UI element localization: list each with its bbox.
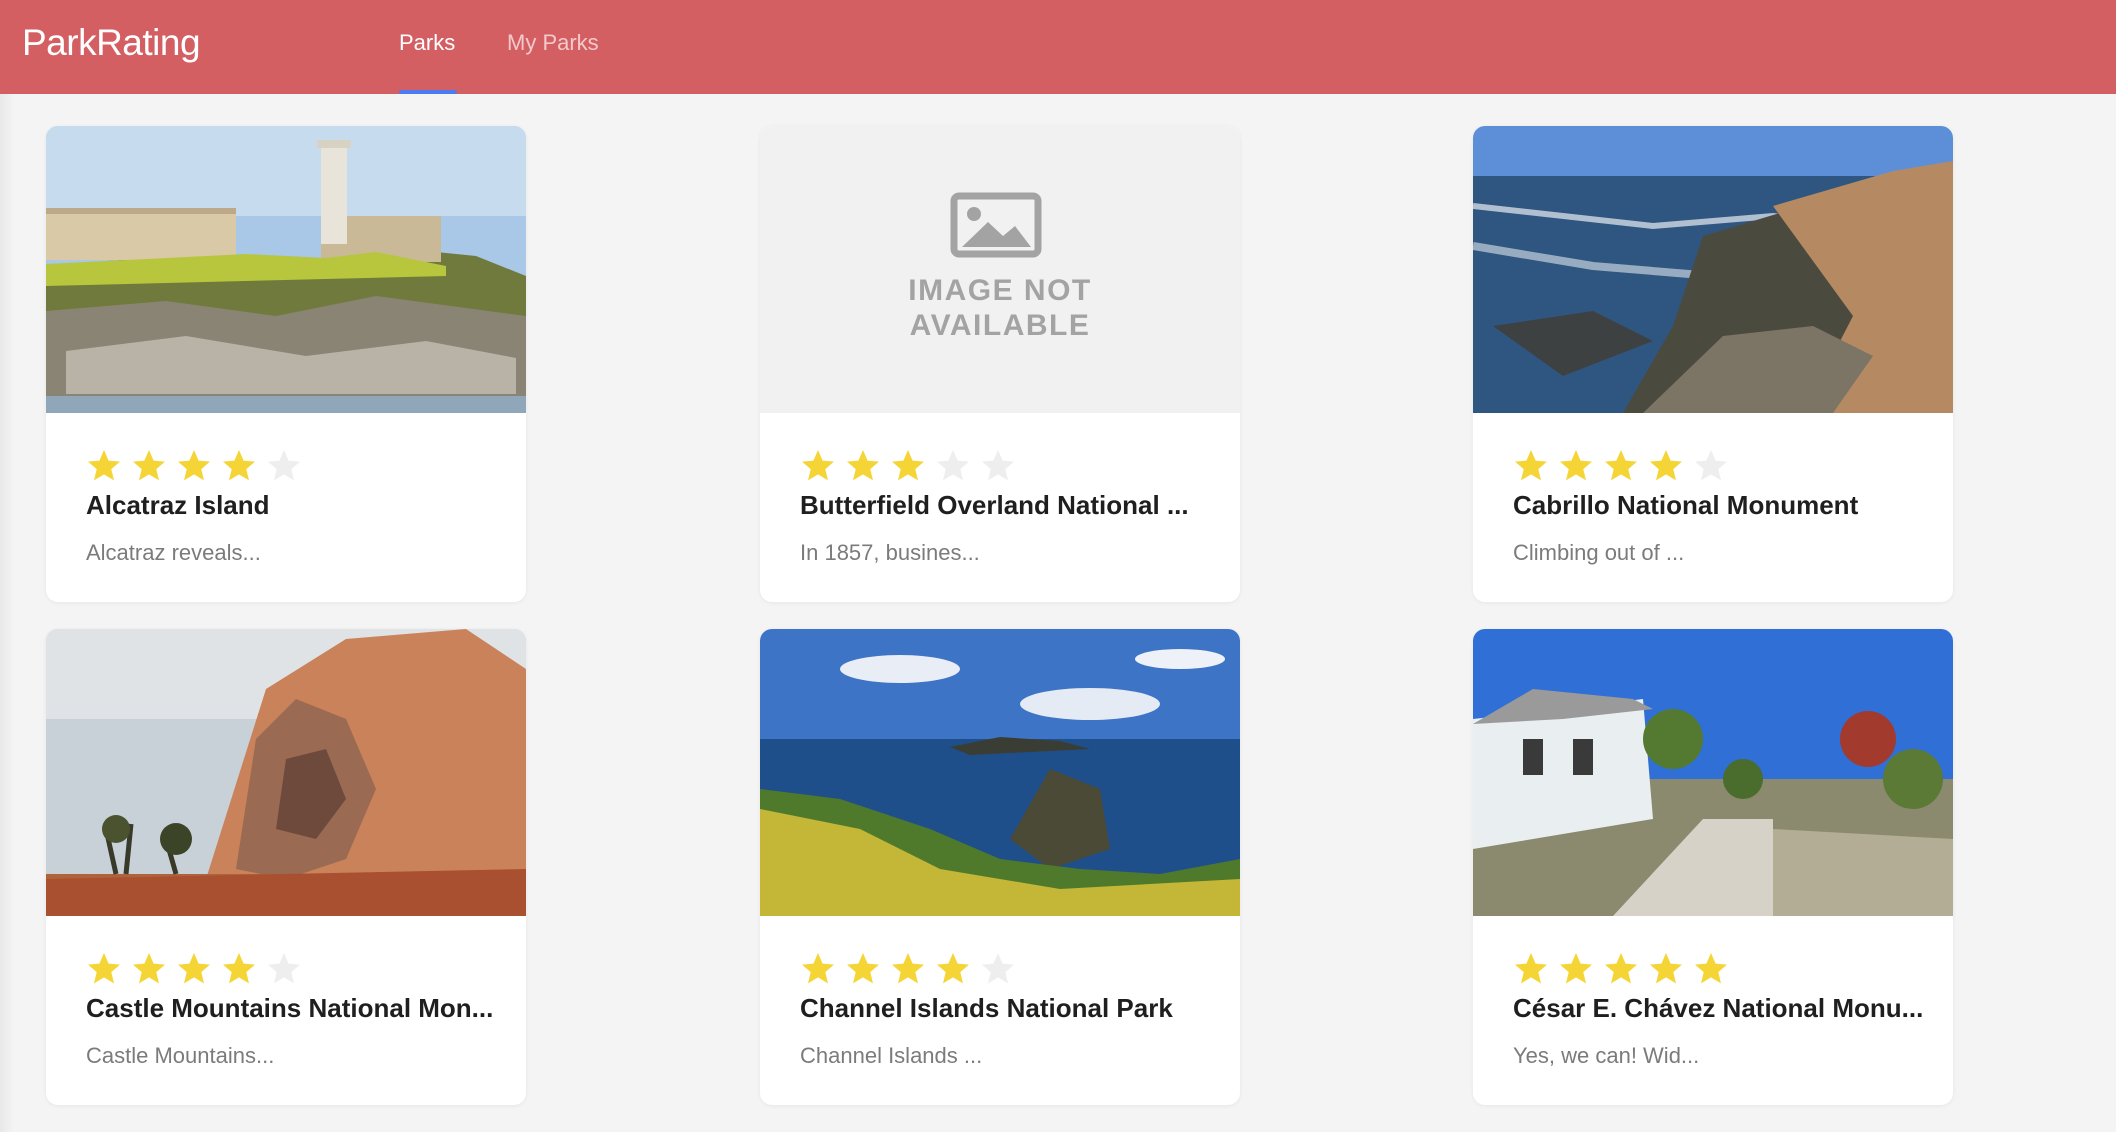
park-photo bbox=[760, 629, 1240, 916]
star-filled-icon bbox=[892, 450, 924, 481]
brand-logo[interactable]: ParkRating bbox=[22, 22, 201, 64]
park-photo bbox=[1473, 629, 1953, 916]
star-rating bbox=[1513, 951, 1729, 987]
star-filled-icon bbox=[1515, 450, 1547, 481]
star-filled-icon bbox=[88, 953, 120, 984]
star-filled-icon bbox=[892, 953, 924, 984]
star-empty-icon bbox=[268, 953, 300, 984]
star-filled-icon bbox=[178, 953, 210, 984]
image-placeholder: IMAGE NOT AVAILABLE bbox=[760, 126, 1240, 413]
star-filled-icon bbox=[88, 450, 120, 481]
star-filled-icon bbox=[223, 953, 255, 984]
star-filled-icon bbox=[1695, 953, 1727, 984]
park-description: In 1857, busines... bbox=[800, 540, 980, 565]
star-filled-icon bbox=[178, 450, 210, 481]
star-filled-icon bbox=[223, 450, 255, 481]
park-card-channel-islands[interactable]: Channel Islands National Park Channel Is… bbox=[760, 629, 1240, 1105]
placeholder-text-line2: AVAILABLE bbox=[909, 309, 1091, 342]
park-name: Castle Mountains National Mon... bbox=[86, 993, 494, 1023]
star-empty-icon bbox=[268, 450, 300, 481]
star-filled-icon bbox=[133, 450, 165, 481]
star-filled-icon bbox=[802, 450, 834, 481]
star-filled-icon bbox=[847, 953, 879, 984]
park-name: Alcatraz Island bbox=[86, 490, 270, 520]
star-filled-icon bbox=[1605, 450, 1637, 481]
park-description: Alcatraz reveals... bbox=[86, 540, 261, 565]
star-rating bbox=[86, 448, 302, 484]
park-photo bbox=[1473, 126, 1953, 413]
navbar: ParkRating Parks My Parks bbox=[0, 0, 2116, 94]
star-filled-icon bbox=[802, 953, 834, 984]
star-empty-icon bbox=[982, 450, 1014, 481]
star-rating bbox=[800, 448, 1016, 484]
star-filled-icon bbox=[937, 953, 969, 984]
park-name: César E. Chávez National Monu... bbox=[1513, 993, 1923, 1023]
park-name: Butterfield Overland National ... bbox=[800, 490, 1189, 520]
star-filled-icon bbox=[133, 953, 165, 984]
park-card-butterfield[interactable]: IMAGE NOT AVAILABLE Butterfield Overland… bbox=[760, 126, 1240, 602]
park-card-cabrillo[interactable]: Cabrillo National Monument Climbing out … bbox=[1473, 126, 1953, 602]
tab-parks[interactable]: Parks bbox=[399, 30, 455, 56]
tab-my-parks[interactable]: My Parks bbox=[507, 30, 599, 56]
star-empty-icon bbox=[937, 450, 969, 481]
park-photo bbox=[46, 629, 526, 916]
star-filled-icon bbox=[1605, 953, 1637, 984]
star-rating bbox=[86, 951, 302, 987]
star-filled-icon bbox=[1560, 450, 1592, 481]
park-name: Channel Islands National Park bbox=[800, 993, 1173, 1023]
star-filled-icon bbox=[847, 450, 879, 481]
park-description: Channel Islands ... bbox=[800, 1043, 983, 1068]
park-card-alcatraz[interactable]: Alcatraz Island Alcatraz reveals... bbox=[46, 126, 526, 602]
star-empty-icon bbox=[1695, 450, 1727, 481]
active-tab-indicator bbox=[399, 90, 457, 94]
star-rating bbox=[1513, 448, 1729, 484]
park-card-cesar-chavez[interactable]: César E. Chávez National Monu... Yes, we… bbox=[1473, 629, 1953, 1105]
star-filled-icon bbox=[1650, 450, 1682, 481]
star-filled-icon bbox=[1515, 953, 1547, 984]
park-description: Yes, we can! Wid... bbox=[1513, 1043, 1700, 1068]
park-photo bbox=[46, 126, 526, 413]
park-name: Cabrillo National Monument bbox=[1513, 490, 1859, 520]
star-filled-icon bbox=[1560, 953, 1592, 984]
park-card-castle-mountains[interactable]: Castle Mountains National Mon... Castle … bbox=[46, 629, 526, 1105]
park-description: Castle Mountains... bbox=[86, 1043, 275, 1068]
placeholder-text-line1: IMAGE NOT bbox=[908, 274, 1092, 307]
left-edge-shadow bbox=[0, 94, 14, 1132]
star-empty-icon bbox=[982, 953, 1014, 984]
star-filled-icon bbox=[1650, 953, 1682, 984]
star-rating bbox=[800, 951, 1016, 987]
park-description: Climbing out of ... bbox=[1513, 540, 1685, 565]
